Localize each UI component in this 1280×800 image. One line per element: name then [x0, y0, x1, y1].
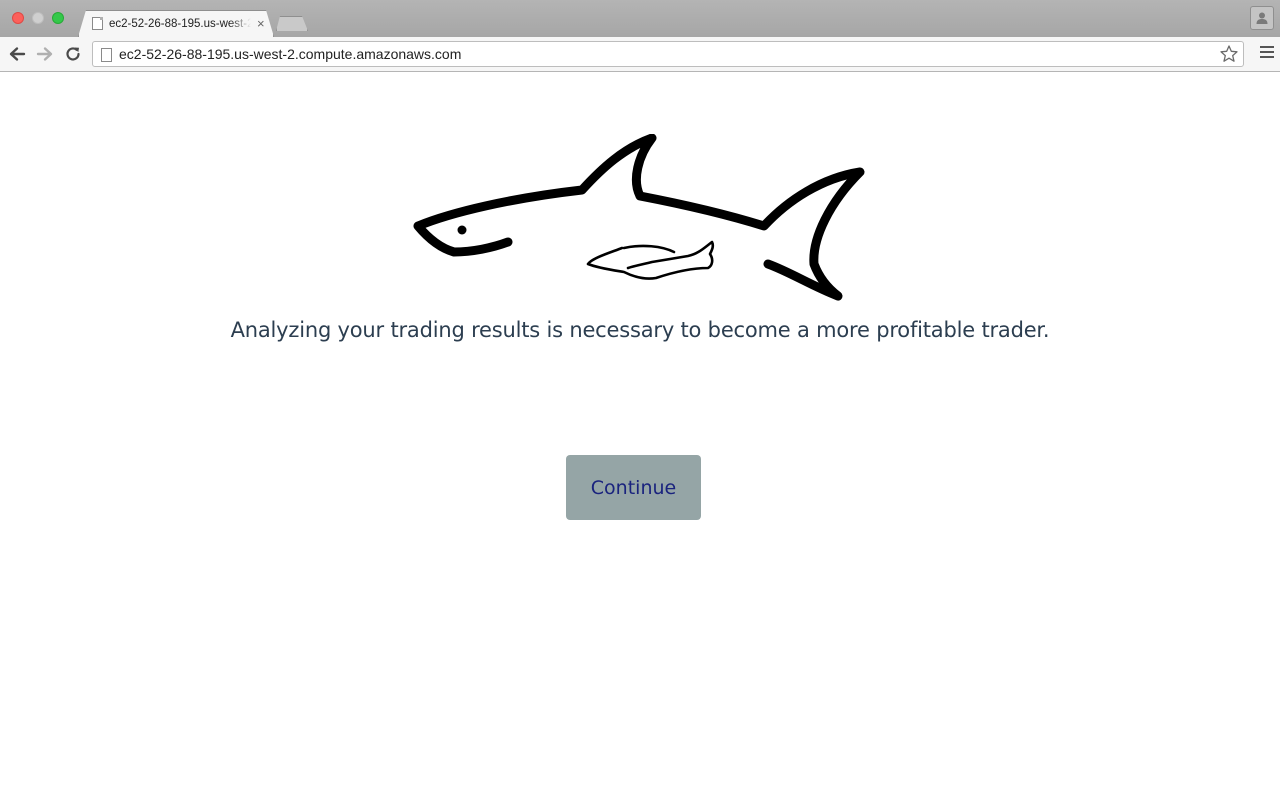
- bookmark-button[interactable]: [1219, 44, 1239, 64]
- small-shark-outline: [586, 240, 715, 280]
- back-button[interactable]: [6, 43, 28, 65]
- menu-line: [1260, 46, 1274, 48]
- star-icon: [1220, 45, 1238, 62]
- profile-button[interactable]: [1250, 6, 1274, 30]
- tagline-text: Analyzing your trading results is necess…: [230, 318, 1050, 342]
- tab-title: ec2-52-26-88-195.us-west-2.compute.amazo…: [109, 17, 251, 30]
- menu-line: [1260, 56, 1274, 58]
- browser-tab-content[interactable]: ec2-52-26-88-195.us-west-2.compute.amazo…: [92, 10, 268, 37]
- arrow-left-icon: [9, 47, 26, 61]
- menu-line: [1260, 51, 1274, 53]
- shark-eye: [457, 225, 467, 235]
- page-icon: [101, 48, 112, 62]
- page-viewport: Analyzing your trading results is necess…: [0, 72, 1280, 800]
- shark-body-outline: [413, 134, 865, 301]
- browser-toolbar: ec2-52-26-88-195.us-west-2.compute.amazo…: [0, 37, 1280, 72]
- shark-logo: [413, 134, 865, 301]
- continue-button[interactable]: Continue: [566, 455, 701, 520]
- reload-icon: [66, 47, 80, 61]
- reload-button[interactable]: [62, 43, 84, 65]
- window-close-button[interactable]: [12, 12, 24, 24]
- tab-close-icon[interactable]: ×: [257, 17, 265, 30]
- window-maximize-button[interactable]: [52, 12, 64, 24]
- browser-titlebar: ec2-52-26-88-195.us-west-2.compute.amazo…: [0, 0, 1280, 37]
- forward-button[interactable]: [34, 43, 56, 65]
- window-minimize-button[interactable]: [32, 12, 44, 24]
- address-bar[interactable]: ec2-52-26-88-195.us-west-2.compute.amazo…: [92, 41, 1244, 67]
- hamburger-menu-icon[interactable]: [1260, 46, 1274, 62]
- arrow-right-icon: [36, 47, 53, 61]
- page-icon: [92, 17, 103, 30]
- new-tab-button[interactable]: [276, 16, 308, 31]
- person-icon: [1256, 12, 1268, 24]
- url-text[interactable]: ec2-52-26-88-195.us-west-2.compute.amazo…: [119, 42, 461, 66]
